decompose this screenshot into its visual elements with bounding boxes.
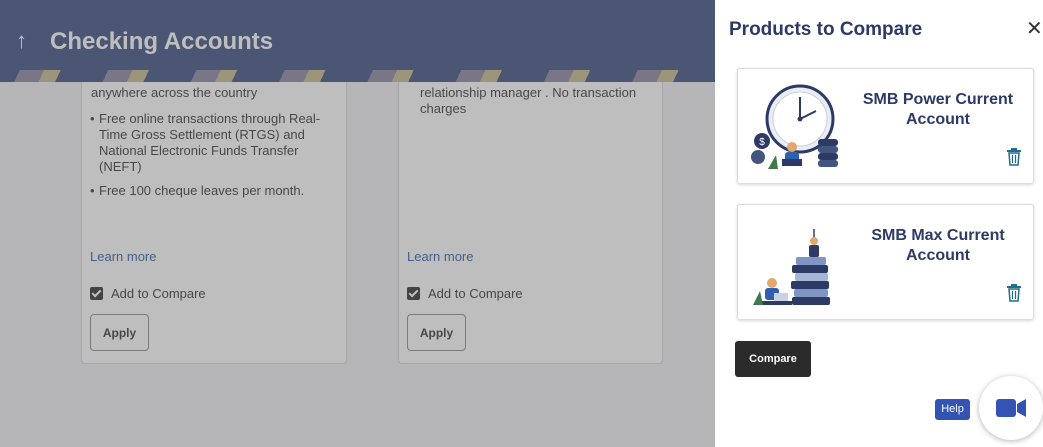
- modal-overlay[interactable]: [0, 0, 715, 447]
- close-icon[interactable]: ✕: [1026, 17, 1043, 41]
- clock-and-coins-illustration: $: [751, 84, 838, 169]
- books-stack-illustration: [753, 229, 830, 305]
- product-name: SMB Power Current Account: [862, 91, 1014, 128]
- panel-title: Products to Compare: [729, 19, 923, 40]
- trash-icon[interactable]: [1006, 148, 1022, 166]
- compare-product-card: SMB Max Current Account: [737, 204, 1034, 320]
- video-call-button[interactable]: [979, 376, 1043, 440]
- svg-text:$: $: [759, 137, 765, 148]
- compare-button[interactable]: Compare: [735, 341, 811, 377]
- compare-panel: Products to Compare ✕ $ SMB Power Curren…: [715, 0, 1043, 447]
- trash-icon[interactable]: [1006, 284, 1022, 302]
- compare-product-card: $ SMB Power Current Account: [737, 68, 1034, 184]
- video-camera-icon: [996, 399, 1026, 417]
- help-button[interactable]: Help: [935, 399, 970, 420]
- product-name: SMB Max Current Account: [871, 227, 1005, 264]
